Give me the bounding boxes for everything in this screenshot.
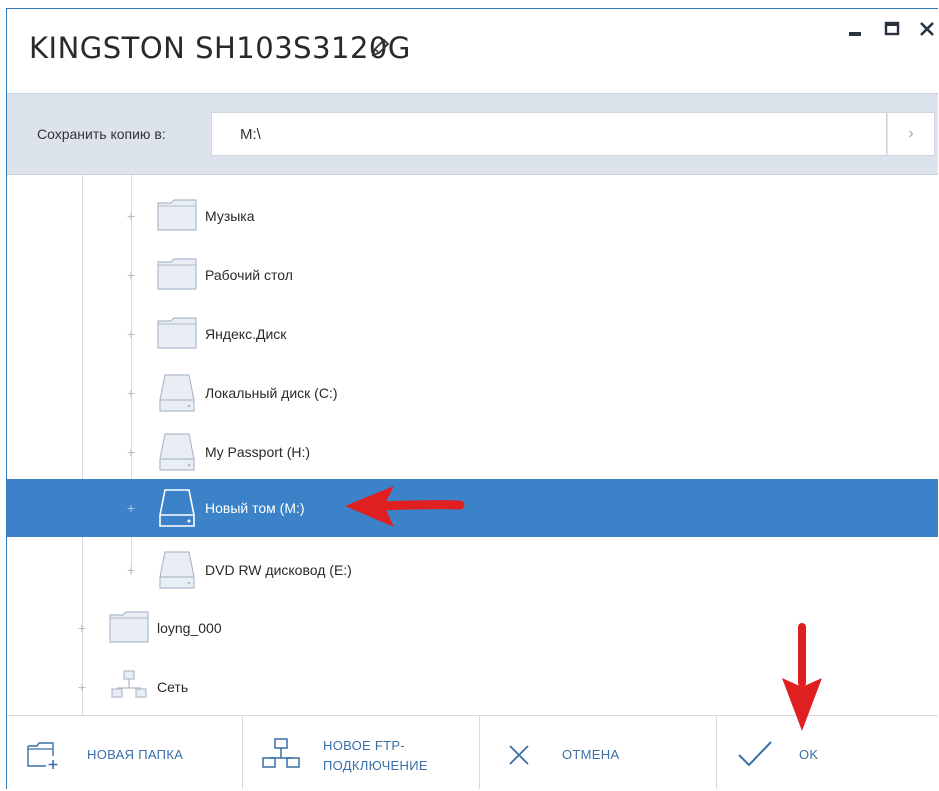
ok-button[interactable]: OK	[717, 716, 938, 789]
tree-item-label: Сеть	[157, 679, 189, 695]
title-bar: KINGSTON SH103S3120G	[7, 9, 938, 93]
tree-item-my-passport-h[interactable]: + My Passport (H:)	[7, 423, 938, 481]
tree-item-label: Новый том (M:)	[205, 500, 305, 516]
expand-icon[interactable]: +	[125, 501, 137, 515]
checkmark-icon	[738, 741, 772, 767]
tree-item-desktop[interactable]: + Рабочий стол	[7, 246, 938, 304]
close-icon	[509, 745, 529, 765]
drive-icon	[159, 433, 195, 471]
pencil-edit-icon[interactable]	[369, 37, 391, 59]
new-folder-icon	[27, 742, 58, 769]
destination-label: Сохранить копию в:	[37, 126, 166, 142]
tree-item-dvd-rw-e[interactable]: + DVD RW дисковод (E:)	[7, 541, 938, 599]
folder-icon	[157, 258, 197, 290]
tree-item-local-disk-c[interactable]: + Локальный диск (C:)	[7, 364, 938, 422]
tree-item-music[interactable]: + Музыка	[7, 187, 938, 245]
destination-bar: Сохранить копию в: M:\ ›	[7, 93, 938, 175]
expand-icon[interactable]: +	[125, 445, 137, 459]
save-copy-dialog: KINGSTON SH103S3120G Сохранить копию в: …	[6, 8, 938, 789]
drive-icon	[159, 374, 195, 412]
expand-icon[interactable]: +	[76, 621, 88, 635]
minimize-icon[interactable]	[843, 19, 869, 41]
drive-icon	[159, 551, 195, 589]
cancel-button[interactable]: ОТМЕНА	[480, 716, 717, 789]
new-folder-label: НОВАЯ ПАПКА	[87, 747, 184, 762]
new-ftp-connection-button[interactable]: НОВОЕ FTP- ПОДКЛЮЧЕНИЕ	[243, 716, 480, 789]
tree-item-label: DVD RW дисковод (E:)	[205, 562, 352, 578]
new-ftp-label-line2: ПОДКЛЮЧЕНИЕ	[323, 758, 428, 773]
network-icon	[111, 670, 147, 698]
ftp-network-icon	[262, 738, 300, 768]
tree-item-label: Рабочий стол	[205, 267, 293, 283]
close-icon[interactable]	[915, 19, 938, 41]
expand-icon[interactable]: +	[76, 680, 88, 694]
expand-icon[interactable]: +	[125, 209, 137, 223]
tree-item-label: Музыка	[205, 208, 255, 224]
folder-icon	[157, 199, 197, 231]
expand-icon[interactable]: +	[125, 327, 137, 341]
destination-path-input[interactable]: M:\	[211, 112, 887, 156]
tree-item-label: loyng_000	[157, 620, 222, 636]
tree-item-label: Яндекс.Диск	[205, 326, 287, 342]
annotation-arrow-left-icon	[345, 486, 465, 527]
drive-icon	[159, 489, 195, 527]
tree-item-yandex-disk[interactable]: + Яндекс.Диск	[7, 305, 938, 363]
tree-item-label: Локальный диск (C:)	[205, 385, 338, 401]
expand-icon[interactable]: +	[125, 386, 137, 400]
annotation-arrow-down-icon	[782, 623, 822, 731]
cancel-label: ОТМЕНА	[562, 747, 620, 762]
folder-icon	[157, 317, 197, 349]
folder-icon	[109, 611, 149, 643]
tree-item-label: My Passport (H:)	[205, 444, 311, 460]
expand-icon[interactable]: +	[125, 563, 137, 577]
new-ftp-label-line1: НОВОЕ FTP-	[323, 738, 406, 753]
window-title: KINGSTON SH103S3120G	[29, 31, 411, 65]
maximize-icon[interactable]	[879, 19, 905, 41]
expand-icon[interactable]: +	[125, 268, 137, 282]
chevron-right-icon[interactable]: ›	[887, 112, 935, 156]
new-folder-button[interactable]: НОВАЯ ПАПКА	[7, 716, 243, 789]
tree-item-new-volume-m[interactable]: + Новый том (M:)	[7, 479, 938, 537]
ok-label: OK	[799, 747, 819, 762]
